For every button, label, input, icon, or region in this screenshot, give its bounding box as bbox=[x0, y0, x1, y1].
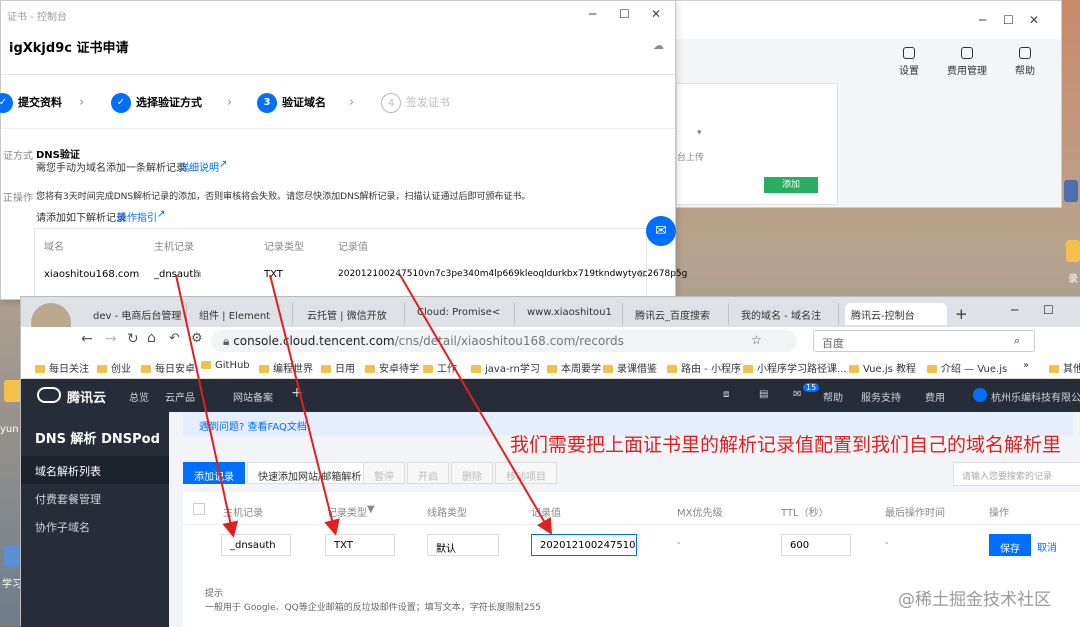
annotation-arrows bbox=[175, 274, 553, 538]
annotation-note: 我们需要把上面证书里的解析记录值配置到我们自己的域名解析里 bbox=[510, 434, 1062, 456]
arrow-host bbox=[175, 274, 239, 538]
arrow-type bbox=[269, 274, 340, 536]
watermark: @稀土掘金技术社区 bbox=[898, 590, 1051, 610]
arrow-value bbox=[399, 274, 553, 535]
